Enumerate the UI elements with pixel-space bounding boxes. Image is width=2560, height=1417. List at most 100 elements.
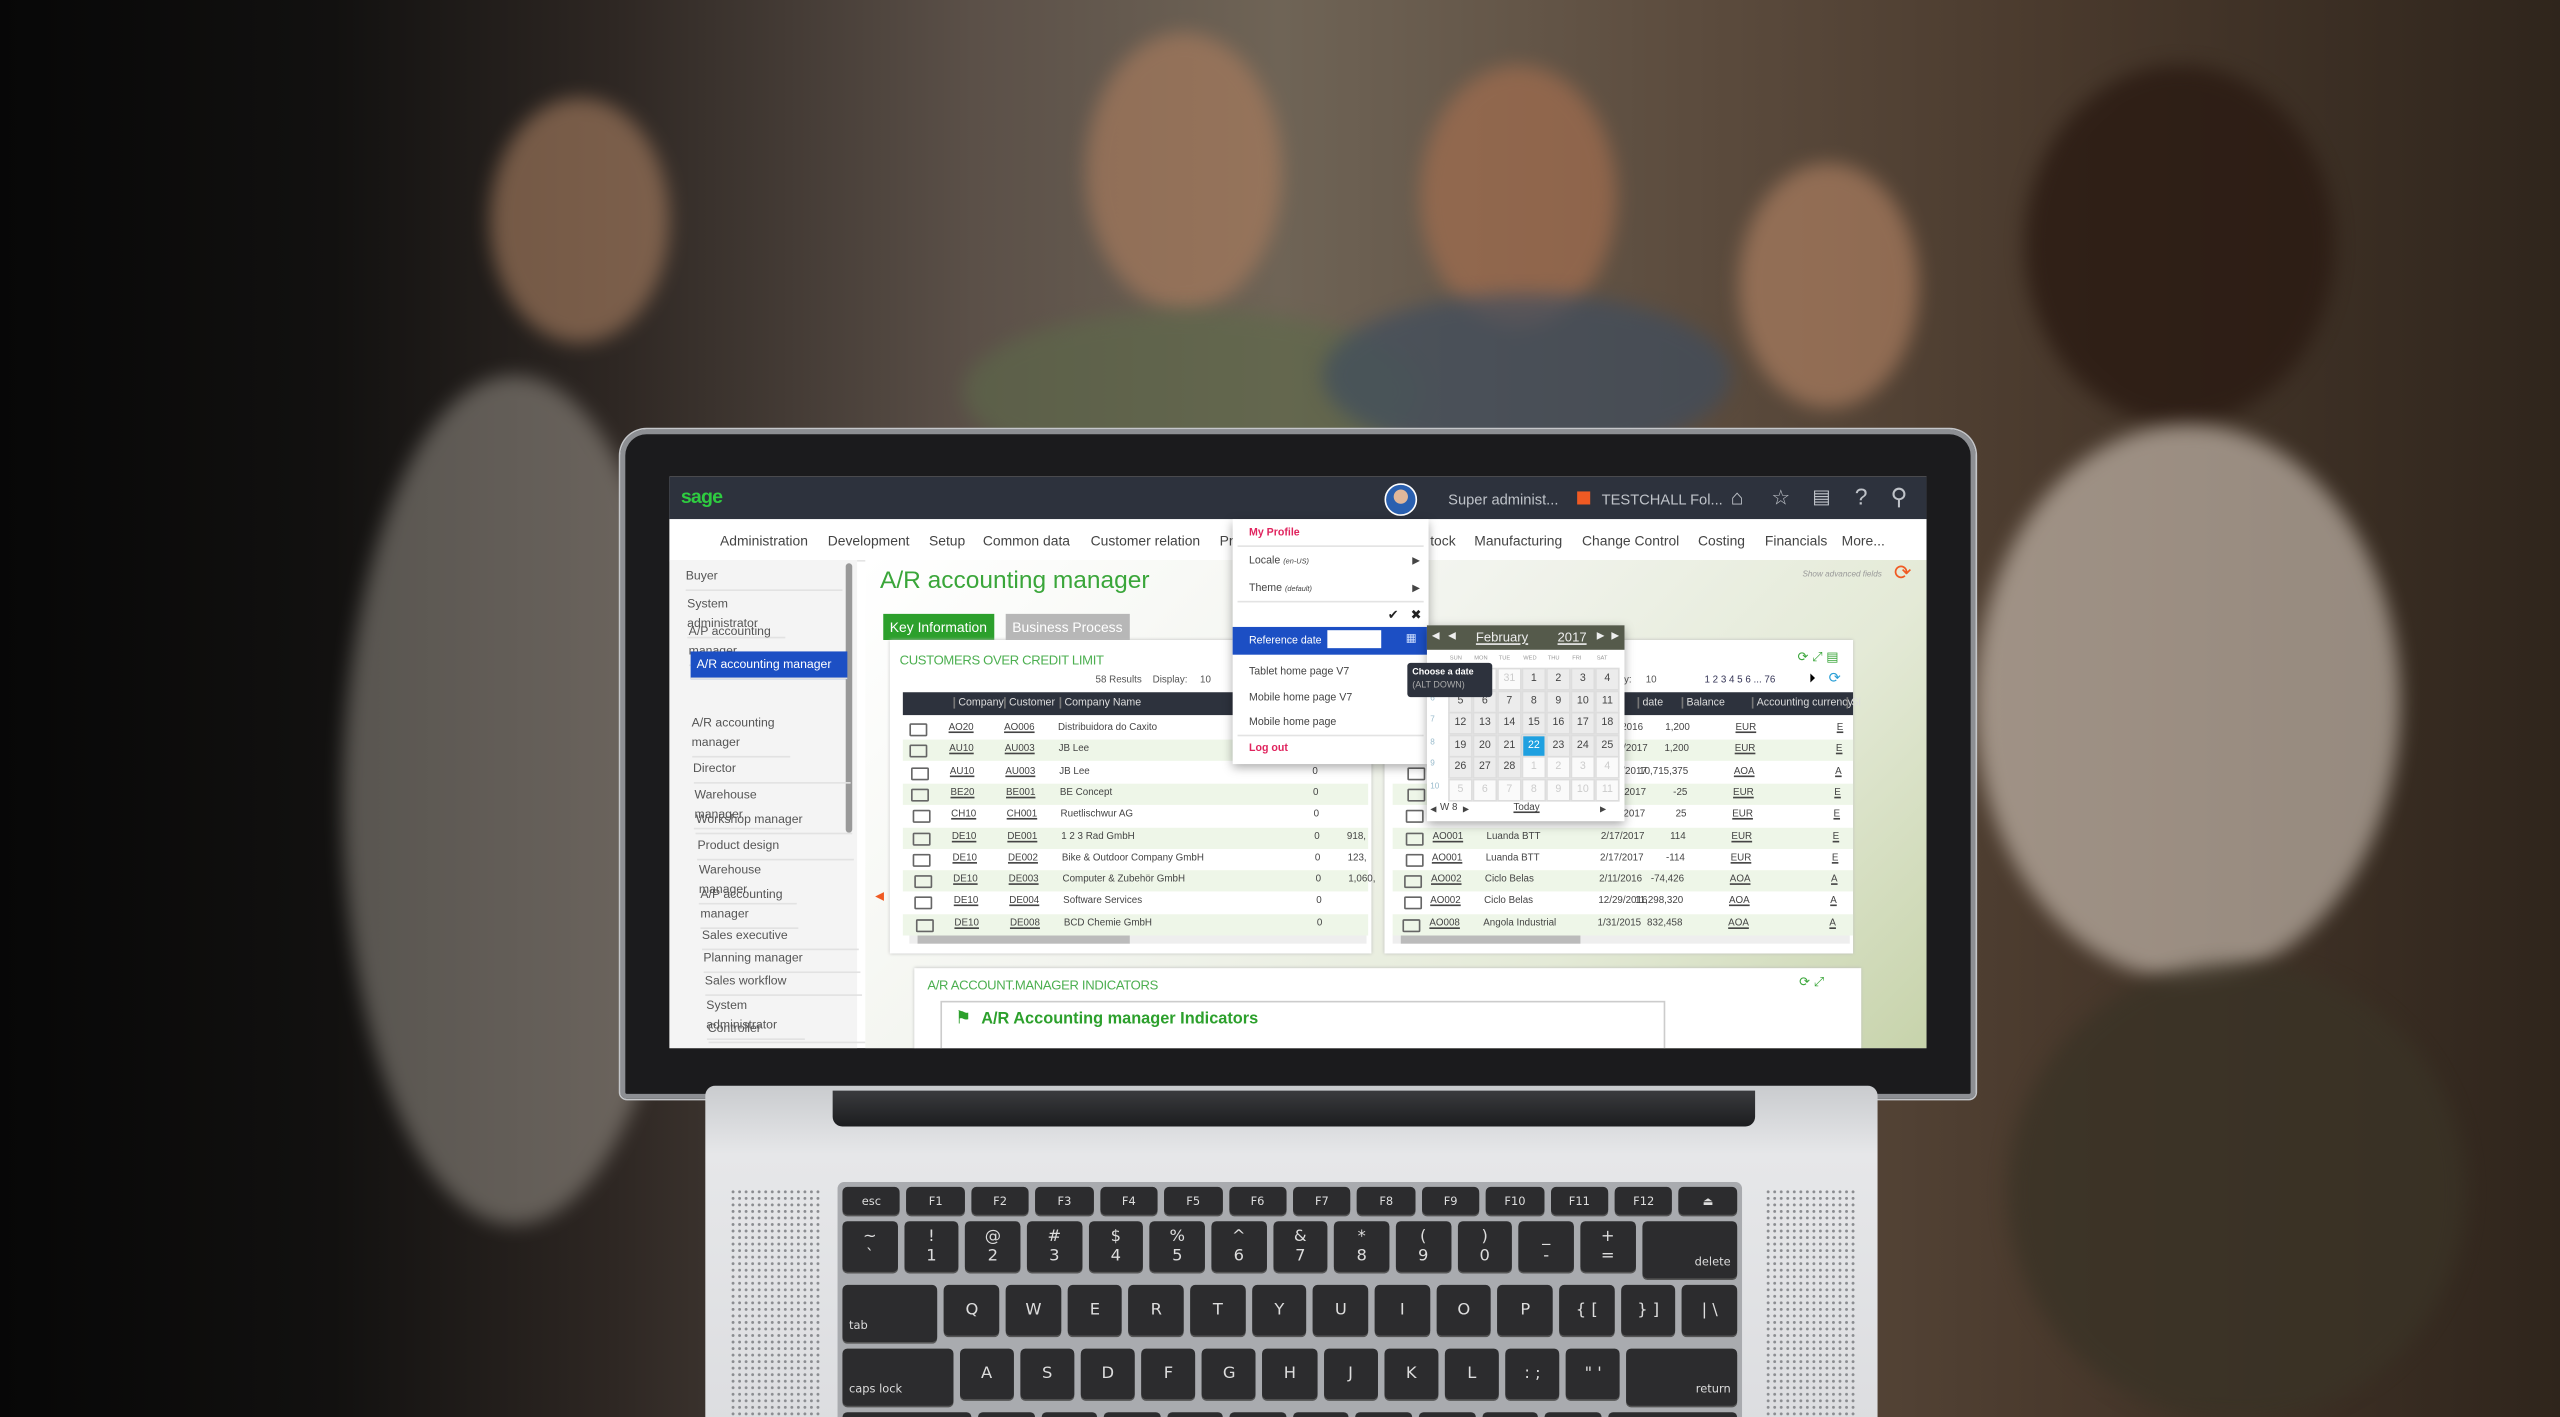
row-detail-icon[interactable] (1405, 831, 1424, 845)
calendar-day[interactable]: 24 (1570, 733, 1596, 757)
row-detail-icon[interactable] (913, 853, 932, 867)
folder-name[interactable]: TESTCHALL Fol... (1602, 491, 1723, 507)
site[interactable]: A (1829, 919, 1836, 929)
currency[interactable]: EUR (1735, 745, 1756, 755)
currency[interactable]: EUR (1731, 832, 1752, 842)
customer-code[interactable]: AO001 (1433, 832, 1464, 842)
calendar-icon[interactable]: ▦ (1406, 632, 1417, 644)
calendar-day[interactable]: 23 (1546, 733, 1571, 757)
menu-change-control[interactable]: Change Control (1582, 532, 1679, 548)
display-select[interactable]: 10 (1200, 676, 1211, 686)
key-f8[interactable]: F8 (1357, 1186, 1416, 1215)
currency[interactable]: EUR (1736, 723, 1757, 733)
next-week-icon[interactable]: ▶ (1463, 805, 1469, 815)
customer-code[interactable]: DE008 (1010, 919, 1040, 929)
menu-pr[interactable]: Pr (1220, 532, 1234, 548)
calendar-day[interactable]: 2 (1546, 667, 1571, 691)
site[interactable]: A (1830, 897, 1837, 907)
customer-code[interactable]: AO008 (1429, 919, 1460, 929)
key-f12[interactable]: F12 (1614, 1186, 1673, 1215)
calendar-day[interactable]: 4 (1595, 667, 1620, 691)
calendar-day[interactable]: 4 (1595, 755, 1620, 779)
key-6[interactable]: ^ 6 (1211, 1221, 1267, 1272)
key-j[interactable]: J (1323, 1348, 1378, 1400)
avatar[interactable] (1384, 483, 1418, 516)
key-f6[interactable]: F6 (1228, 1186, 1287, 1215)
customer-code[interactable]: DE004 (1009, 897, 1039, 907)
key-esc[interactable]: esc (842, 1186, 901, 1215)
site[interactable]: E (1834, 788, 1841, 798)
key-u[interactable]: U (1313, 1284, 1369, 1336)
key-d[interactable]: D (1080, 1348, 1135, 1400)
key[interactable] (1230, 1412, 1287, 1417)
horizontal-scrollbar[interactable] (1392, 933, 1850, 944)
refresh-icon[interactable]: ⟳ (1894, 560, 1912, 586)
calendar-day[interactable]: 11 (1595, 689, 1620, 713)
menu-setup[interactable]: Setup (929, 532, 965, 548)
key-tab[interactable]: tab (842, 1284, 938, 1343)
key-punctuation[interactable]: " ' (1566, 1348, 1621, 1400)
key-bracket[interactable]: } ] (1620, 1284, 1676, 1336)
display-select[interactable]: 10 (1646, 676, 1657, 686)
user-name[interactable]: Super administ... (1448, 491, 1558, 507)
company-code[interactable]: AU10 (949, 745, 974, 755)
menu-development[interactable]: Development (828, 532, 910, 548)
show-advanced-fields[interactable]: Show advanced fields (1802, 570, 1881, 580)
table-row[interactable]: AO008 Angola Industrial 1/31/2015 832,458 AO… (1392, 913, 1854, 935)
calendar-day[interactable]: 28 (1497, 755, 1522, 779)
layout-icon[interactable]: ▤ (1812, 485, 1831, 508)
customer-code[interactable]: DE003 (1009, 875, 1039, 885)
prev-week-icon[interactable]: ◀ (1430, 805, 1436, 815)
menu-costing[interactable]: Costing (1698, 532, 1745, 548)
key[interactable] (1481, 1412, 1539, 1417)
table-row[interactable]: AU10 AU003 JB Lee 0 (903, 762, 1368, 783)
table-row[interactable]: DE10 DE003 Computer & Zubehör GmbH 0 1,060, (902, 870, 1375, 892)
calendar-day[interactable]: 1 (1521, 667, 1547, 691)
key[interactable] (978, 1412, 1035, 1417)
column-header-company-name[interactable]: Company Name (1059, 697, 1141, 709)
calendar-day[interactable]: 8 (1521, 777, 1547, 801)
company-code[interactable]: BE20 (951, 788, 975, 798)
key-w[interactable]: W (1005, 1284, 1061, 1336)
sidebar-item-a-r-accounting-manager[interactable]: A/R accounting manager (691, 710, 790, 758)
key-a[interactable]: A (959, 1348, 1014, 1400)
key-f7[interactable]: F7 (1292, 1186, 1351, 1215)
calendar-day[interactable]: 31 (1497, 667, 1522, 691)
key-7[interactable]: & 7 (1272, 1221, 1328, 1272)
calendar-day[interactable]: 3 (1570, 755, 1596, 779)
calendar-day[interactable]: 6 (1472, 777, 1498, 801)
calendar-day[interactable]: 18 (1595, 711, 1620, 735)
menu-item-my-profile[interactable]: My Profile (1249, 527, 1300, 538)
row-detail-icon[interactable] (1405, 853, 1424, 867)
key-s[interactable]: S (1020, 1348, 1075, 1400)
key-3[interactable]: #3 (1026, 1221, 1082, 1272)
table-row[interactable]: BE20 BE001 BE Concept 0 (902, 783, 1369, 805)
site[interactable]: E (1836, 745, 1843, 755)
footer-next-icon[interactable]: ▶ (1600, 805, 1606, 815)
menu-tock[interactable]: tock (1430, 532, 1455, 548)
row-detail-icon[interactable] (1406, 810, 1425, 824)
key-p[interactable]: P (1497, 1284, 1553, 1336)
calendar-day[interactable]: 7 (1497, 689, 1522, 713)
key-symbol[interactable]: _ - (1518, 1221, 1574, 1272)
key-return[interactable]: return (1626, 1348, 1738, 1406)
cancel-x-icon[interactable]: ✖ (1411, 607, 1422, 622)
row-detail-icon[interactable] (914, 896, 933, 911)
company-code[interactable]: AO20 (949, 723, 974, 733)
customer-code[interactable]: AO006 (1004, 723, 1035, 733)
key-r[interactable]: R (1128, 1284, 1184, 1336)
menu-common-data[interactable]: Common data (983, 532, 1070, 548)
site[interactable]: E (1837, 723, 1844, 733)
column-header-company[interactable]: Company (953, 697, 1004, 709)
key-symbol[interactable]: + = (1580, 1221, 1636, 1272)
row-detail-icon[interactable] (1403, 918, 1422, 932)
key-4[interactable]: $4 (1088, 1221, 1144, 1272)
prev-month-icon[interactable]: ◀ (1448, 630, 1456, 642)
sidebar-item-a-r-accounting-manager[interactable]: A/R accounting manager (690, 651, 847, 680)
currency[interactable]: AOA (1734, 767, 1755, 777)
year-select[interactable]: 2017 (1558, 630, 1587, 645)
row-detail-icon[interactable] (912, 831, 931, 845)
customer-code[interactable]: DE002 (1008, 854, 1038, 864)
key-f2[interactable]: F2 (971, 1186, 1030, 1215)
customer-code[interactable]: AO002 (1430, 897, 1461, 907)
